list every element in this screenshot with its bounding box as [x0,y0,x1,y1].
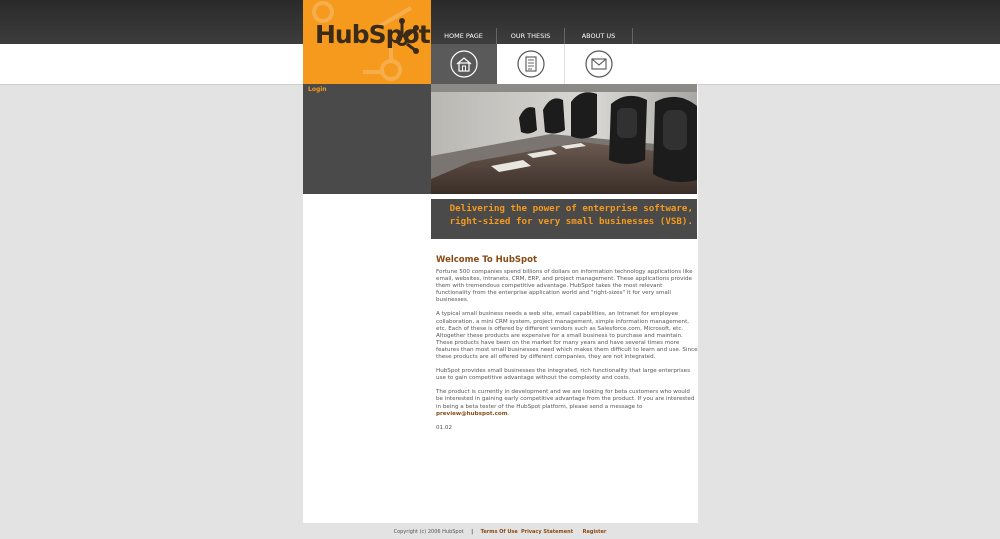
hero-image-boardroom [431,84,697,194]
footer: Copyright (c) 2006 HubSpot | Terms Of Us… [0,529,1000,535]
nav-home-icon-button[interactable] [431,44,497,84]
nav-about-icon-button[interactable] [565,44,632,84]
paragraph-intro: Fortune 500 companies spend billions of … [436,269,693,304]
paragraph-small-business-needs: A typical small business needs a web sit… [436,311,698,361]
version-number: 01.02 [436,424,453,431]
nav-home-page[interactable]: HOME PAGE [431,28,497,44]
paragraph-beta-text: The product is currently in development … [436,389,695,410]
footer-separator: | [471,529,474,535]
paragraph-hubspot-provides: HubSpot provides small businesses the in… [436,368,691,382]
sidebar: Login [303,84,431,194]
copyright-text: Copyright (c) 2006 HubSpot [393,529,464,535]
nav-about-us[interactable]: ABOUT US [565,28,633,44]
tagline-line-1: Delivering the power of enterprise softw… [449,203,693,214]
login-link[interactable]: Login [308,86,327,93]
main-nav: HOME PAGE OUR THESIS ABOUT US [431,28,633,44]
home-icon [450,50,478,78]
nav-icon-row [431,44,632,84]
tagline-text: Delivering the power of enterprise softw… [433,202,693,228]
hubspot-logo[interactable]: HubSpot [303,0,431,84]
nav-thesis-icon-button[interactable] [497,44,565,84]
paragraph-beta-end: . [507,410,510,417]
document-icon [516,50,545,78]
terms-of-use-link[interactable]: Terms Of Use [481,529,518,535]
paragraph-beta: The product is currently in development … [436,389,698,417]
tagline-line-2: right-sized for very small businesses (V… [449,216,693,227]
envelope-icon [584,50,613,78]
nav-our-thesis[interactable]: OUR THESIS [497,28,565,44]
tagline-banner: Delivering the power of enterprise softw… [431,199,697,239]
preview-email-link[interactable]: preview@hubspot.com [436,411,508,417]
privacy-statement-link[interactable]: Privacy Statement [521,529,573,535]
boardroom-illustration [431,84,697,194]
register-link[interactable]: Register [583,529,607,535]
logo-text: HubSpot [315,20,431,49]
main-content: Welcome To HubSpot Fortune 500 companies… [436,255,698,439]
page-title: Welcome To HubSpot [436,255,538,265]
